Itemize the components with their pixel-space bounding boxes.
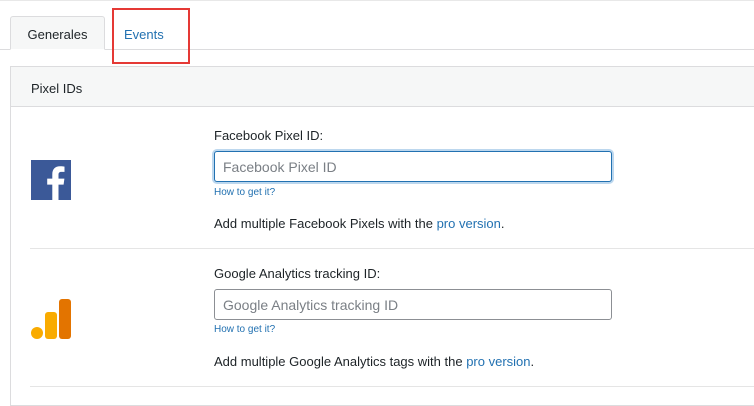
facebook-pixel-label: Facebook Pixel ID: [214,128,324,143]
google-pro-note: Add multiple Google Analytics tags with … [214,354,534,369]
row-divider [30,386,754,387]
tab-events[interactable]: Events [112,8,190,64]
google-analytics-input[interactable] [214,289,612,320]
facebook-pro-note: Add multiple Facebook Pixels with the pr… [214,216,505,231]
facebook-icon [31,160,71,200]
google-analytics-label: Google Analytics tracking ID: [214,266,381,281]
google-note-text: Add multiple Google Analytics tags with … [214,354,467,369]
tab-bar: Generales Events [0,0,754,64]
google-pro-version-link[interactable]: pro version [466,354,530,369]
pixel-ids-panel: Pixel IDs Facebook Pixel ID: How to get … [10,66,754,406]
google-analytics-icon [31,299,71,339]
facebook-pixel-input[interactable] [214,151,612,182]
row-divider [30,248,754,249]
facebook-pro-version-link[interactable]: pro version [437,216,501,231]
facebook-help-link[interactable]: How to get it? [214,187,275,198]
facebook-note-text: Add multiple Facebook Pixels with the [214,216,437,231]
google-help-link[interactable]: How to get it? [214,324,275,335]
facebook-note-suffix: . [500,216,505,231]
tab-generales[interactable]: Generales [10,16,105,50]
google-note-suffix: . [530,354,535,369]
panel-title: Pixel IDs [31,81,83,96]
panel-header: Pixel IDs [11,67,754,107]
